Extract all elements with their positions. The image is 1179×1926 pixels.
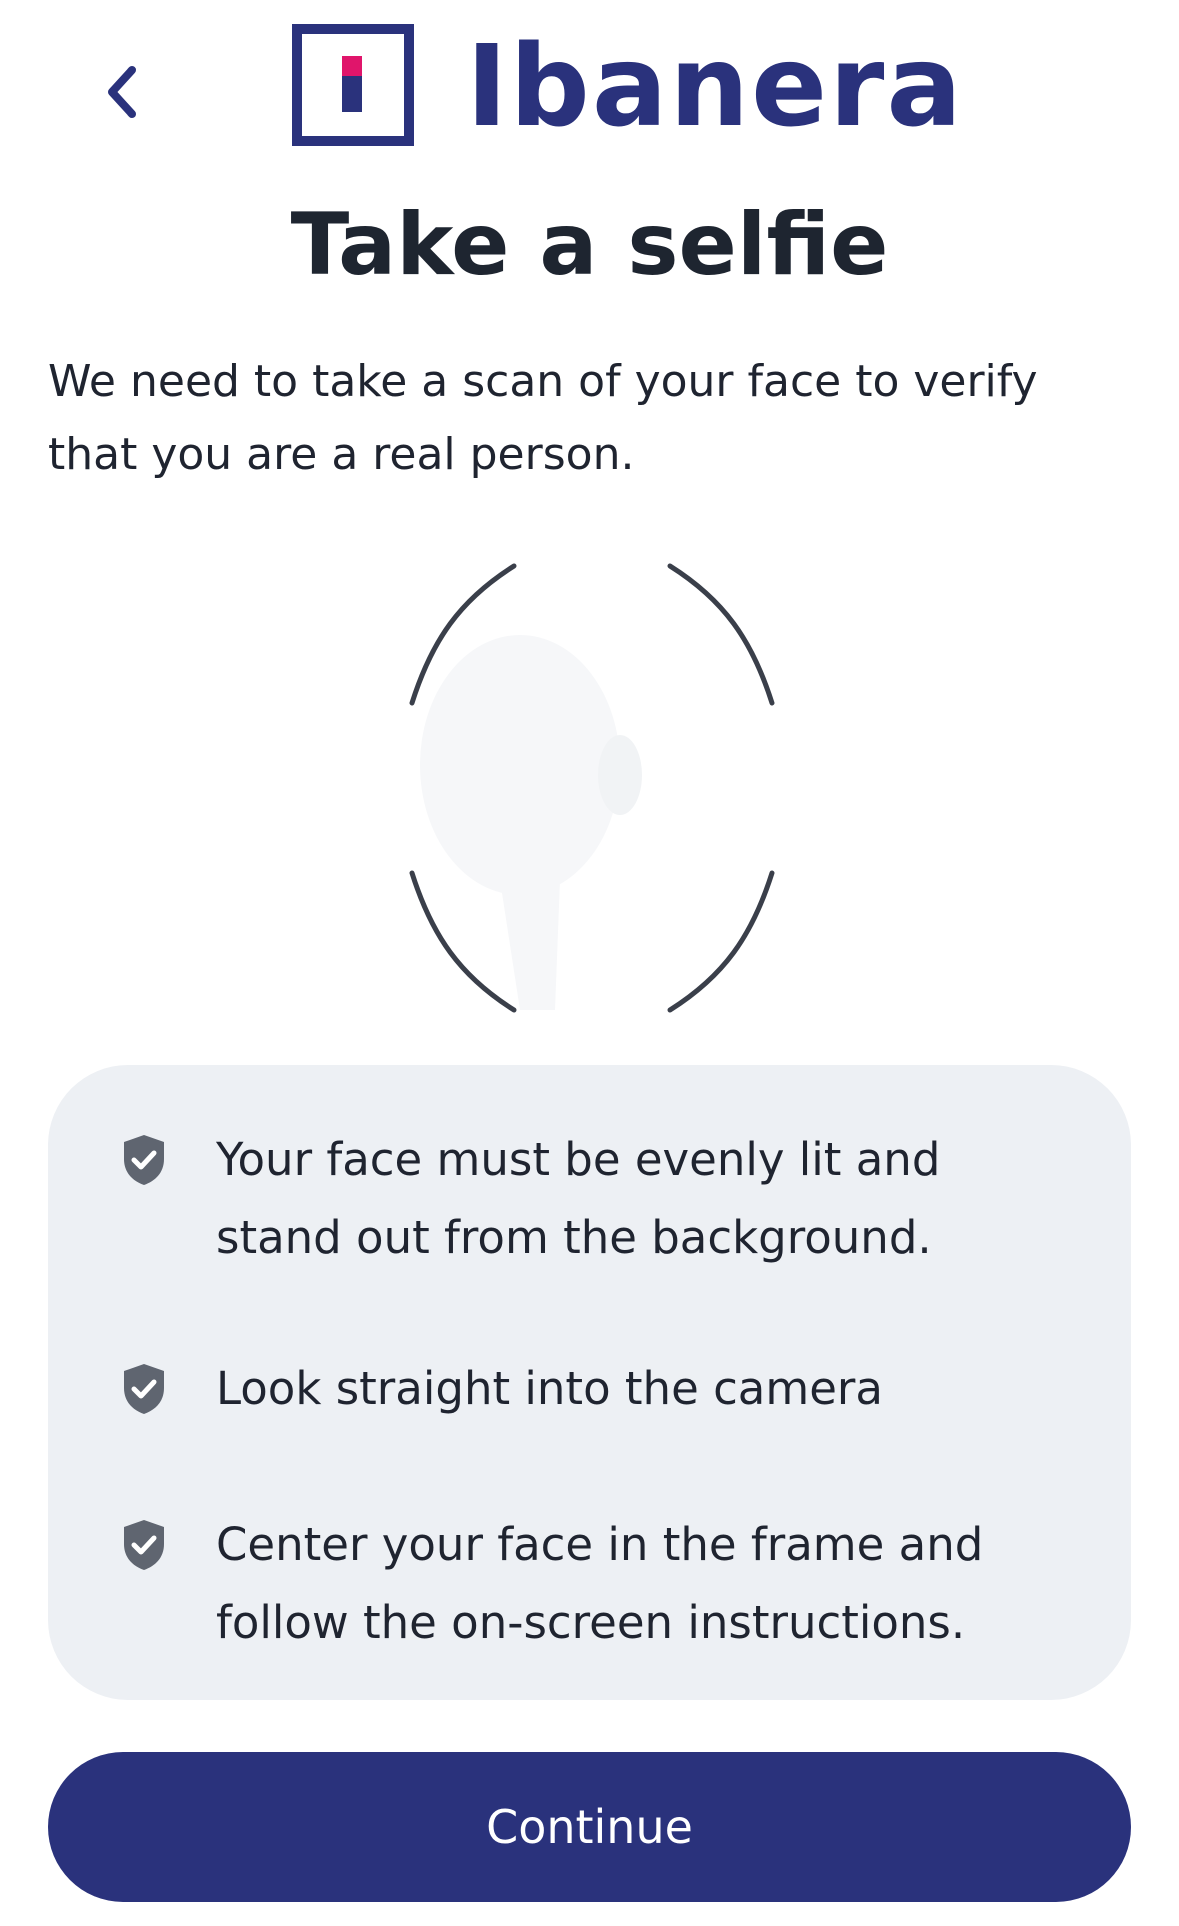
header: Ibanera (0, 0, 1179, 160)
continue-button[interactable]: Continue (48, 1752, 1131, 1902)
face-outline-icon (409, 563, 775, 1013)
tip-text: Your face must be evenly lit and stand o… (216, 1133, 941, 1264)
back-button[interactable] (86, 56, 158, 128)
shield-check-icon (124, 1135, 164, 1185)
shield-check-icon (124, 1364, 164, 1414)
brand-logo: Ibanera (292, 24, 964, 146)
page-title: Take a selfie (290, 195, 889, 295)
page-description: We need to take a scan of your face to v… (48, 356, 1038, 480)
tip-text: Center your face in the frame and follow… (216, 1518, 984, 1649)
chevron-left-icon (108, 66, 136, 118)
face-frame-illustration (380, 540, 800, 1020)
logo-text: Ibanera (466, 22, 964, 152)
tips-card: Your face must be evenly lit and stand o… (48, 1065, 1131, 1700)
logo-mark-icon (292, 24, 414, 146)
tip-text: Look straight into the camera (216, 1362, 883, 1415)
shield-check-icon (124, 1520, 164, 1570)
